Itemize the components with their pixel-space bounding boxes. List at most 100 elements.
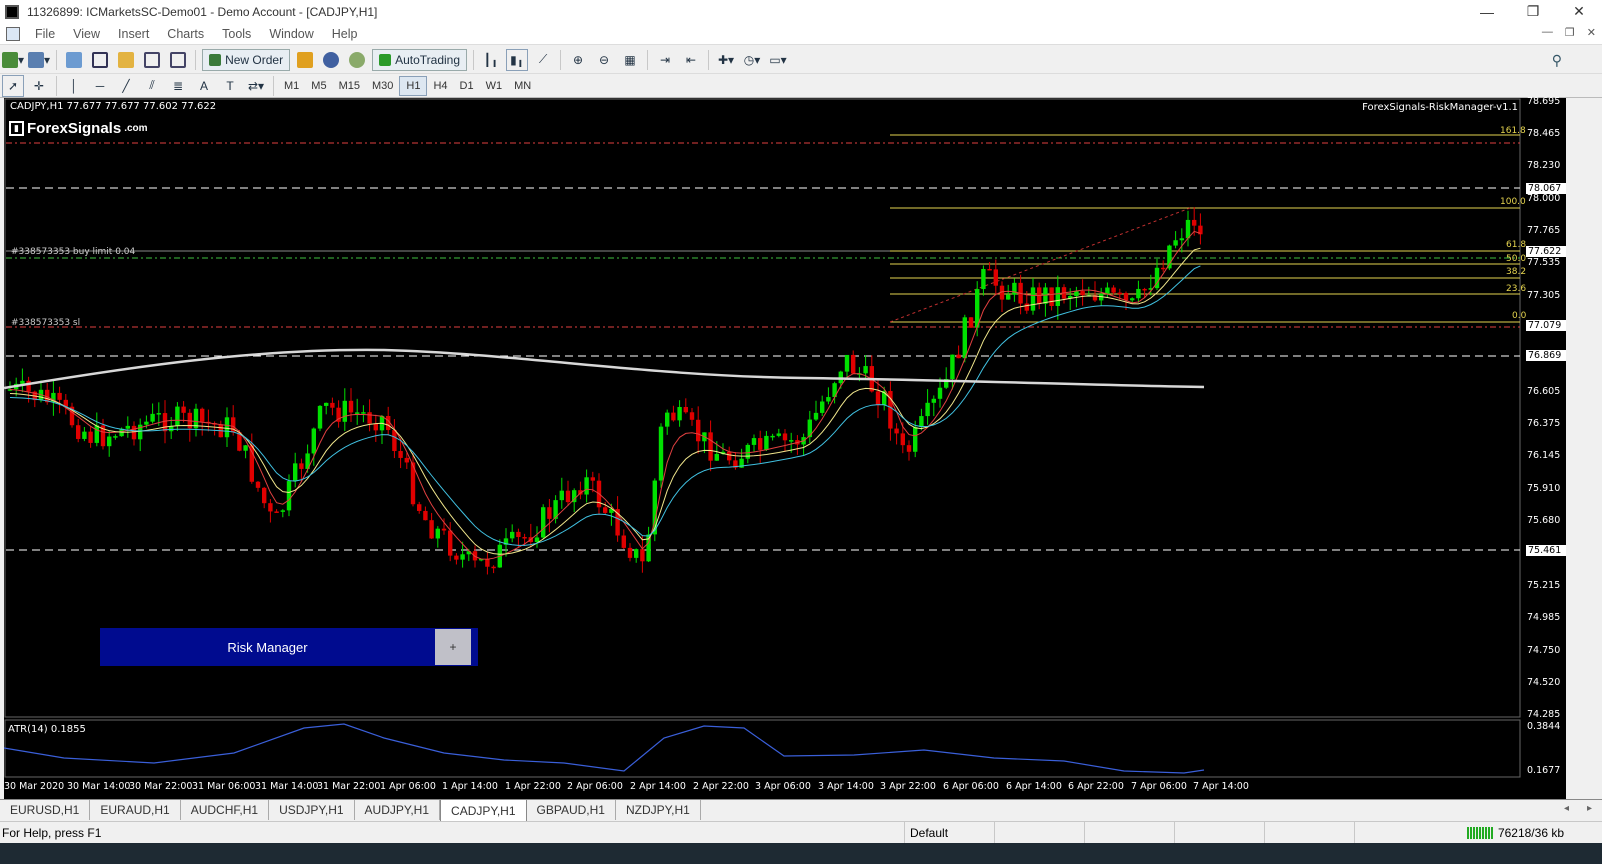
price-chart-canvas[interactable] <box>4 98 1566 799</box>
timeframe-m5[interactable]: M5 <box>305 76 332 96</box>
menu-help[interactable]: Help <box>323 27 367 41</box>
channel-icon[interactable]: ⫽ <box>141 75 163 97</box>
candle-body <box>603 507 608 513</box>
tab-euraud[interactable]: EURAUD,H1 <box>90 800 181 820</box>
mdi-close-icon[interactable]: ✕ <box>1587 26 1596 39</box>
chart-window[interactable]: CADJPY,H1 77.677 77.677 77.602 77.622 ▮ … <box>4 96 1566 799</box>
tab-scroll-left-icon[interactable]: ◂ <box>1564 803 1569 814</box>
tab-gbpaud[interactable]: GBPAUD,H1 <box>527 800 616 820</box>
menu-charts[interactable]: Charts <box>158 27 213 41</box>
chart-document-icon[interactable] <box>6 26 20 41</box>
tab-scroll-right-icon[interactable]: ▸ <box>1587 803 1592 814</box>
status-bar: For Help, press F1 Default 76218/36 kb <box>0 821 1602 844</box>
profiles-icon[interactable]: ▾ <box>28 49 50 71</box>
restore-button[interactable]: ❐ <box>1510 0 1556 23</box>
data-window-icon[interactable] <box>89 49 111 71</box>
timeframe-d1[interactable]: D1 <box>454 76 480 96</box>
arrows-icon[interactable]: ⇄▾ <box>245 75 267 97</box>
trendline-icon[interactable]: ╱ <box>115 75 137 97</box>
candle-body <box>559 490 564 501</box>
periods-icon[interactable]: ◷▾ <box>741 49 763 71</box>
mdi-restore-icon[interactable]: ❐ <box>1565 26 1575 39</box>
horizontal-line-icon[interactable]: ─ <box>89 75 111 97</box>
strategy-tester-icon[interactable] <box>167 49 189 71</box>
candle-body <box>1130 298 1135 301</box>
time-axis-label: 30 Mar 22:00 <box>129 781 193 792</box>
search-icon[interactable]: ⚲ <box>1552 52 1562 69</box>
timeframe-w1[interactable]: W1 <box>480 76 509 96</box>
zoom-out-icon[interactable]: ⊖ <box>593 49 615 71</box>
timeframe-h1[interactable]: H1 <box>399 75 428 96</box>
candle-body <box>1024 303 1029 311</box>
minimize-button[interactable]: — <box>1464 0 1510 23</box>
close-button[interactable]: ✕ <box>1556 0 1602 23</box>
candle-body <box>1030 287 1036 311</box>
timeframe-m15[interactable]: M15 <box>333 76 366 96</box>
menu-tools[interactable]: Tools <box>213 27 260 41</box>
tab-eurusd[interactable]: EURUSD,H1 <box>0 800 91 820</box>
candle-body <box>1111 287 1116 293</box>
tab-nzdjpy[interactable]: NZDJPY,H1 <box>616 800 701 820</box>
status-traffic: 76218/36 kb <box>1466 826 1564 840</box>
candle-body <box>1117 292 1122 295</box>
candle-body <box>751 438 757 445</box>
navigator-icon[interactable] <box>115 49 137 71</box>
candle-body <box>125 425 130 429</box>
candle-body <box>875 391 881 406</box>
text-icon[interactable]: A <box>193 75 215 97</box>
candle-body <box>398 451 403 458</box>
signals-icon[interactable] <box>320 49 342 71</box>
market-watch-icon[interactable] <box>63 49 85 71</box>
tab-audchf[interactable]: AUDCHF,H1 <box>181 800 270 820</box>
candle-body <box>584 477 589 495</box>
metaeditor-icon[interactable] <box>294 49 316 71</box>
tab-usdjpy[interactable]: USDJPY,H1 <box>269 800 355 820</box>
candle-body <box>541 507 546 538</box>
tile-windows-icon[interactable]: ▦ <box>619 49 641 71</box>
price-axis-label: 77.535 <box>1527 257 1561 268</box>
cursor-icon[interactable]: ➚ <box>2 74 24 97</box>
new-order-button[interactable]: New Order <box>202 48 291 71</box>
brand-name: ForexSignals <box>27 120 122 137</box>
crosshair-icon[interactable]: ✛ <box>28 75 50 97</box>
timeframe-mn[interactable]: MN <box>508 76 537 96</box>
indicators-icon[interactable]: ✚▾ <box>715 49 737 71</box>
candle-body <box>962 317 967 359</box>
templates-icon[interactable]: ▭▾ <box>767 49 789 71</box>
candle-body <box>392 430 397 452</box>
vertical-line-icon[interactable]: │ <box>63 75 85 97</box>
autotrading-button[interactable]: AutoTrading <box>372 48 468 71</box>
timeframe-m1[interactable]: M1 <box>278 76 305 96</box>
risk-manager-panel[interactable]: Risk Manager + <box>100 628 478 666</box>
terminal-icon[interactable] <box>141 49 163 71</box>
text-label-icon[interactable]: T <box>219 75 241 97</box>
candle-body <box>472 551 478 561</box>
mdi-minimize-icon[interactable]: — <box>1542 26 1553 39</box>
candle-body <box>162 413 168 432</box>
risk-manager-expand-button[interactable]: + <box>435 629 471 665</box>
auto-scroll-icon[interactable]: ⇥ <box>654 49 676 71</box>
zoom-in-icon[interactable]: ⊕ <box>567 49 589 71</box>
tab-audjpy[interactable]: AUDJPY,H1 <box>355 800 441 820</box>
menu-insert[interactable]: Insert <box>109 27 158 41</box>
candlestick-icon[interactable]: ▮╻ <box>506 48 529 71</box>
menu-file[interactable]: File <box>26 27 64 41</box>
fib-label-61: 61.8 <box>1506 240 1527 250</box>
timeframe-m30[interactable]: M30 <box>366 76 399 96</box>
market-icon[interactable] <box>346 49 368 71</box>
candle-body <box>1006 294 1011 300</box>
fibonacci-icon[interactable]: ≣ <box>167 75 189 97</box>
bar-chart-icon[interactable]: ┃╻ <box>480 49 502 71</box>
timeframe-h4[interactable]: H4 <box>427 76 453 96</box>
tab-cadjpy[interactable]: CADJPY,H1 <box>440 800 527 822</box>
chart-shift-icon[interactable]: ⇤ <box>680 49 702 71</box>
candle-body <box>534 537 540 543</box>
new-chart-icon[interactable]: ▾ <box>2 49 24 71</box>
menu-window[interactable]: Window <box>260 27 322 41</box>
risk-manager-title[interactable]: Risk Manager <box>100 640 435 655</box>
line-chart-icon[interactable]: ⟋ <box>532 49 554 71</box>
candle-body <box>373 423 378 431</box>
menu-view[interactable]: View <box>64 27 109 41</box>
buy-limit-order-label[interactable]: #338573353 buy limit 0.04 <box>11 247 135 257</box>
stop-loss-label[interactable]: #338573353 sl <box>11 318 80 328</box>
